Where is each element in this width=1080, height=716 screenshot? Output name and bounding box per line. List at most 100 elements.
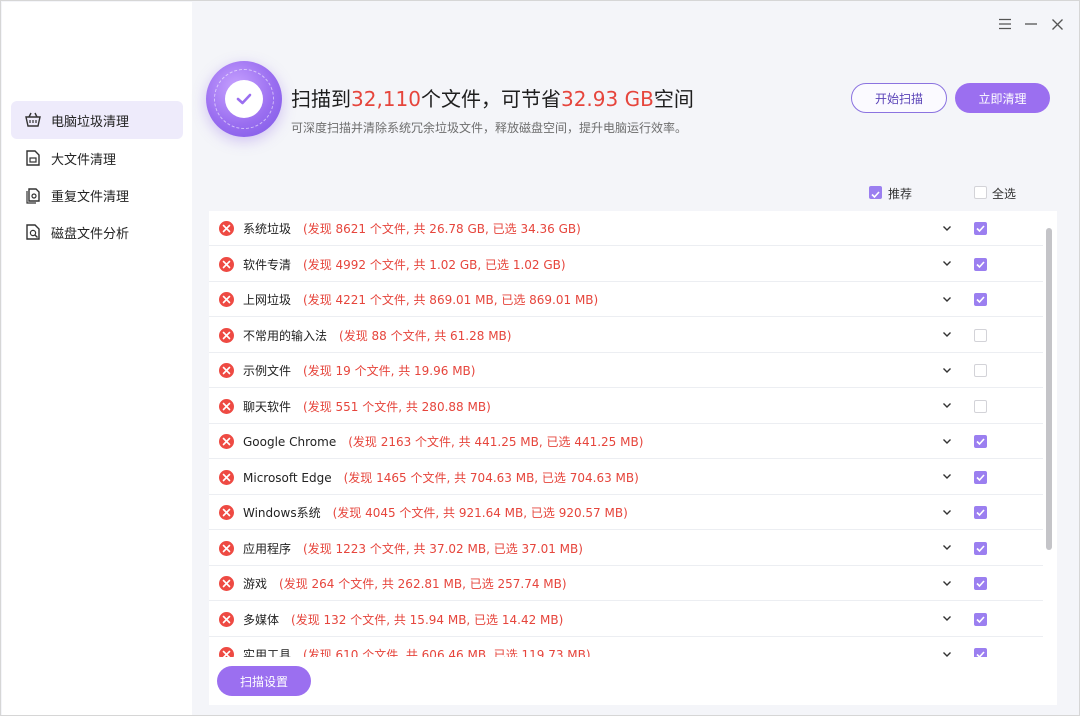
row-detail: (发现 132 个文件, 共 15.94 MB, 已选 14.42 MB)	[291, 612, 564, 627]
row-checkbox[interactable]	[974, 506, 987, 519]
row-detail: (发现 1223 个文件, 共 37.02 MB, 已选 37.01 MB)	[303, 541, 583, 556]
chevron-down-icon[interactable]	[941, 542, 953, 554]
sidebar-item-label: 电脑垃圾清理	[51, 114, 130, 130]
row-name: 实用工具	[243, 648, 292, 657]
row-name: 软件专清	[243, 257, 292, 272]
sidebar-item-junk-cleanup[interactable]: 电脑垃圾清理	[11, 101, 183, 139]
row-checkbox[interactable]	[974, 399, 987, 413]
error-x-icon	[219, 469, 234, 485]
row-checkbox[interactable]	[974, 435, 987, 448]
row-name: Windows系统	[243, 506, 321, 520]
table-row[interactable]: Windows系统 (发现 4045 个文件, 共 921.64 MB, 已选 9…	[209, 495, 1043, 530]
row-checkbox[interactable]	[974, 222, 987, 235]
chevron-down-icon[interactable]	[941, 364, 953, 376]
chevron-down-icon[interactable]	[941, 613, 953, 625]
chevron-down-icon[interactable]	[941, 400, 953, 412]
check-icon	[225, 80, 263, 118]
row-name: 不常用的输入法	[243, 328, 328, 343]
scan-settings-button[interactable]: 扫描设置	[217, 666, 311, 696]
row-checkbox[interactable]	[974, 328, 987, 342]
table-row[interactable]: 多媒体 (发现 132 个文件, 共 15.94 MB, 已选 14.42 MB)	[209, 602, 1043, 637]
row-text: 示例文件 (发现 19 个文件, 共 19.96 MB)	[243, 362, 475, 379]
select-all-checkbox[interactable]	[974, 186, 987, 199]
table-row[interactable]: 聊天软件 (发现 551 个文件, 共 280.88 MB)	[209, 389, 1043, 424]
error-x-icon	[219, 292, 234, 307]
chevron-down-icon[interactable]	[941, 435, 953, 447]
sidebar-item-duplicate-files[interactable]: 重复文件清理	[11, 176, 183, 214]
table-row[interactable]: 示例文件 (发现 19 个文件, 共 19.96 MB)	[209, 353, 1043, 388]
chevron-down-icon[interactable]	[941, 222, 953, 234]
row-detail: (发现 4992 个文件, 共 1.02 GB, 已选 1.02 GB)	[303, 257, 566, 272]
recommend-label: 推荐	[888, 187, 913, 201]
duplicate-file-icon	[23, 185, 43, 205]
row-detail: (发现 88 个文件, 共 61.28 MB)	[339, 328, 512, 343]
row-detail: (发现 1465 个文件, 共 704.63 MB, 已选 704.63 MB)	[343, 470, 639, 485]
error-x-icon	[219, 221, 234, 236]
chevron-down-icon[interactable]	[941, 648, 953, 657]
table-row[interactable]: 实用工具 (发现 610 个文件, 共 606.46 MB, 已选 119.73 …	[209, 637, 1043, 657]
row-checkbox[interactable]	[974, 541, 987, 555]
chevron-down-icon[interactable]	[941, 258, 953, 270]
row-text: 游戏 (发现 264 个文件, 共 262.81 MB, 已选 257.74 MB…	[243, 575, 567, 592]
sidebar: 电脑垃圾清理 大文件清理 重复文件清理 磁盘文件分析	[2, 2, 192, 715]
chevron-down-icon[interactable]	[941, 293, 953, 305]
error-x-icon	[219, 327, 234, 343]
menu-icon[interactable]	[994, 13, 1016, 35]
row-checkbox[interactable]	[974, 364, 987, 377]
table-row[interactable]: 游戏 (发现 264 个文件, 共 262.81 MB, 已选 257.74 MB…	[209, 566, 1043, 601]
table-row[interactable]: 应用程序 (发现 1223 个文件, 共 37.02 MB, 已选 37.01 M…	[209, 531, 1043, 566]
close-icon[interactable]	[1046, 13, 1068, 35]
error-x-icon	[219, 647, 234, 657]
error-x-icon	[219, 576, 234, 591]
table-row[interactable]: 系统垃圾 (发现 8621 个文件, 共 26.78 GB, 已选 34.36 G…	[209, 211, 1043, 246]
sidebar-item-large-files[interactable]: 大文件清理	[11, 139, 183, 177]
scrollbar-thumb[interactable]	[1046, 228, 1052, 550]
sidebar-item-label: 重复文件清理	[51, 189, 130, 205]
row-detail: (发现 19 个文件, 共 19.96 MB)	[303, 364, 476, 378]
start-scan-button[interactable]: 开始扫描	[851, 83, 947, 113]
trash-basket-icon	[23, 110, 43, 130]
sidebar-item-label: 磁盘文件分析	[51, 226, 130, 242]
sidebar-item-disk-analysis[interactable]: 磁盘文件分析	[11, 213, 183, 251]
row-checkbox[interactable]	[974, 470, 987, 484]
scan-summary-title: 扫描到32,110个文件，可节省32.93 GB空间	[291, 85, 694, 113]
error-x-icon	[219, 434, 234, 449]
app-window: 电脑垃圾清理 大文件清理 重复文件清理 磁盘文件分析 扫描到32,110个文件，…	[0, 0, 1080, 716]
row-checkbox[interactable]	[974, 257, 987, 271]
error-x-icon	[219, 611, 234, 627]
scan-result-badge	[206, 61, 282, 137]
row-detail: (发现 4045 个文件, 共 921.64 MB, 已选 920.57 MB)	[332, 506, 628, 520]
row-checkbox[interactable]	[974, 612, 987, 626]
summary-middle: 个文件，可节省	[420, 87, 561, 111]
row-text: Microsoft Edge (发现 1465 个文件, 共 704.63 MB,…	[243, 469, 639, 486]
error-x-icon	[219, 398, 234, 414]
select-all-label: 全选	[992, 187, 1017, 201]
table-row[interactable]: Microsoft Edge (发现 1465 个文件, 共 704.63 MB,…	[209, 460, 1043, 495]
chevron-down-icon[interactable]	[941, 577, 953, 589]
row-detail: (发现 551 个文件, 共 280.88 MB)	[303, 399, 491, 414]
chevron-down-icon[interactable]	[941, 506, 953, 518]
row-detail: (发现 264 个文件, 共 262.81 MB, 已选 257.74 MB)	[279, 577, 567, 591]
chevron-down-icon[interactable]	[941, 471, 953, 483]
table-row[interactable]: Google Chrome (发现 2163 个文件, 共 441.25 MB, …	[209, 424, 1043, 459]
recommend-checkbox[interactable]	[869, 186, 882, 199]
row-checkbox[interactable]	[974, 293, 987, 306]
table-row[interactable]: 软件专清 (发现 4992 个文件, 共 1.02 GB, 已选 1.02 GB)	[209, 247, 1043, 282]
row-checkbox[interactable]	[974, 648, 987, 657]
row-text: Windows系统 (发现 4045 个文件, 共 921.64 MB, 已选 9…	[243, 504, 628, 521]
row-checkbox[interactable]	[974, 577, 987, 590]
row-text: 上网垃圾 (发现 4221 个文件, 共 869.01 MB, 已选 869.01…	[243, 291, 598, 308]
minimize-icon[interactable]	[1020, 13, 1042, 35]
clean-now-button[interactable]: 立即清理	[955, 83, 1050, 113]
chevron-down-icon[interactable]	[941, 329, 953, 341]
error-x-icon	[219, 256, 234, 272]
row-name: 游戏	[243, 577, 268, 591]
reclaimable-size: 32.93 GB	[560, 87, 654, 111]
sidebar-item-label: 大文件清理	[51, 152, 117, 168]
row-detail: (发现 610 个文件, 共 606.46 MB, 已选 119.73 MB)	[303, 648, 591, 657]
row-text: 系统垃圾 (发现 8621 个文件, 共 26.78 GB, 已选 34.36 G…	[243, 220, 581, 237]
row-name: 应用程序	[243, 541, 292, 556]
table-row[interactable]: 上网垃圾 (发现 4221 个文件, 共 869.01 MB, 已选 869.01…	[209, 282, 1043, 317]
row-name: 上网垃圾	[243, 293, 292, 307]
table-row[interactable]: 不常用的输入法 (发现 88 个文件, 共 61.28 MB)	[209, 318, 1043, 353]
